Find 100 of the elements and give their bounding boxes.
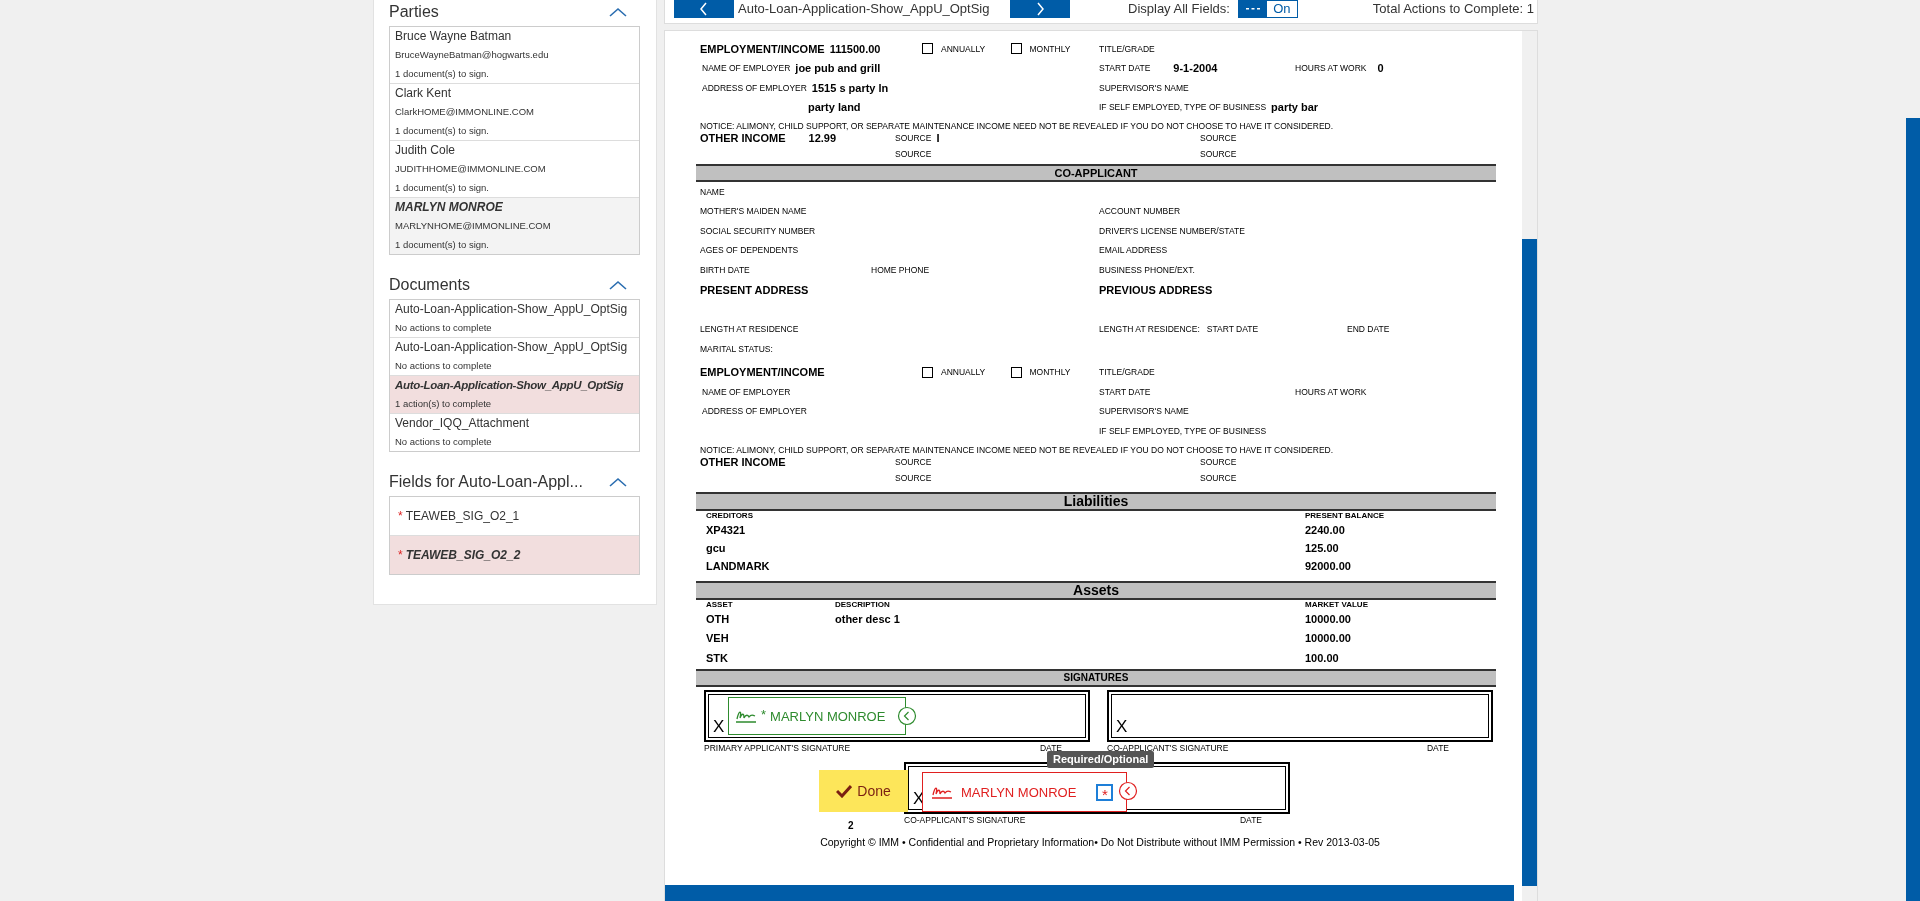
party-name: Bruce Wayne Batman: [395, 28, 513, 45]
column-header: CREDITORS: [706, 510, 753, 520]
table-cell: gcu: [706, 541, 726, 554]
form-label: MOTHER'S MAIDEN NAME: [700, 206, 807, 217]
chevron-right-icon: [1035, 2, 1045, 16]
form-label: DATE: [1426, 743, 1449, 753]
field-value: I: [936, 132, 940, 144]
notice-text: NOTICE: ALIMONY, CHILD SUPPORT, OR SEPARATE MAINTENANCE INCOME NEED NOT BE REVEALED IF YOU DO NOT CHOOSE TO HAVE IT CONSIDERED.: [700, 121, 1334, 131]
table-cell: OTH: [706, 612, 730, 625]
section-bar: Assets: [696, 580, 1496, 600]
checkbox[interactable]: [922, 43, 933, 55]
checkbox[interactable]: [1010, 43, 1022, 55]
scrollbar-thumb[interactable]: [665, 885, 1514, 901]
next-button[interactable]: [1010, 0, 1070, 18]
party-item[interactable]: Clark Kent ClarkHOME@IMMONLINE.COM 1 document(s) to sign.: [390, 84, 639, 141]
table-cell: other desc 1: [835, 612, 900, 625]
field-value: 111500.00: [829, 42, 881, 55]
form-label: SUPERVISOR'S NAME: [1099, 82, 1189, 93]
party-email: BruceWayneBatman@hogwarts.edu: [395, 48, 550, 62]
signer-name: MARLYN MONROE: [770, 708, 886, 724]
document-item[interactable]: Auto-Loan-Application-Show_AppU_OptSig No actions to complete: [390, 300, 639, 338]
section-heading: PRESENT ADDRESS: [700, 284, 809, 296]
form-label: HOURS AT WORK: [1295, 386, 1367, 397]
section-bar: SIGNATURES: [696, 669, 1496, 687]
form-label: ADDRESS OF EMPLOYER: [702, 82, 807, 93]
required-mark: *: [398, 509, 403, 523]
required-mark: *: [398, 548, 403, 562]
table-cell: 2240.00: [1305, 523, 1345, 536]
signature-x: X: [1116, 717, 1128, 737]
form-label: SOURCE: [895, 133, 932, 143]
chevron-up-icon[interactable]: [608, 6, 628, 18]
form-label: SOURCE: [895, 149, 932, 159]
chevron-left-icon[interactable]: [1118, 781, 1138, 801]
chevron-up-icon[interactable]: [608, 476, 628, 488]
form-label: LENGTH AT RESIDENCE: [700, 324, 799, 335]
form-label: START DATE: [1099, 63, 1151, 74]
form-label: HOME PHONE: [871, 264, 930, 275]
table-cell: 10000.00: [1305, 632, 1351, 644]
document-name: Vendor_IQQ_Attachment: [395, 415, 531, 432]
actions-count: Total Actions to Complete: 1: [1372, 0, 1535, 17]
table-cell: VEH: [706, 632, 729, 644]
document-status: No actions to complete: [395, 435, 493, 449]
required-mark: *: [761, 707, 767, 722]
document-item[interactable]: Auto-Loan-Application-Show_AppU_OptSig 1 action(s) to complete: [390, 376, 639, 414]
check-icon: [836, 784, 853, 798]
section-heading: OTHER INCOME: [700, 132, 786, 144]
field-value: party land: [808, 101, 861, 114]
column-header: DESCRIPTION: [835, 599, 890, 609]
form-label: END DATE: [1347, 324, 1390, 335]
form-label: BIRTH DATE: [700, 264, 750, 275]
required-toggle[interactable]: *: [1096, 783, 1114, 801]
document-status: No actions to complete: [395, 321, 493, 335]
scrollbar-thumb[interactable]: [1522, 239, 1537, 886]
form-label: LENGTH AT RESIDENCE:: [1099, 324, 1200, 335]
notice-text: NOTICE: ALIMONY, CHILD SUPPORT, OR SEPARATE MAINTENANCE INCOME NEED NOT BE REVEALED IF YOU DO NOT CHOOSE TO HAVE IT CONSIDERED.: [700, 444, 1334, 455]
form-label: HOURS AT WORK: [1295, 63, 1367, 74]
party-name: MARLYN MONROE: [395, 199, 504, 216]
document-name: Auto-Loan-Application-Show_AppU_OptSig: [395, 339, 629, 356]
section-heading: EMPLOYMENT/INCOME: [700, 366, 825, 379]
table-cell: 100.00: [1305, 651, 1339, 664]
party-item[interactable]: MARLYN MONROE MARLYNHOME@IMMONLINE.COM 1 document(s) to sign.: [390, 198, 639, 254]
field-item[interactable]: * TEAWEB_SIG_O2_2: [390, 536, 639, 574]
form-label: SOURCE: [895, 456, 932, 467]
step-number: 2: [848, 820, 854, 831]
form-label: TITLE/GRADE: [1099, 43, 1155, 54]
checkbox[interactable]: [922, 366, 933, 378]
checkbox[interactable]: [1010, 366, 1022, 378]
party-name: Clark Kent: [395, 85, 453, 102]
toggle-switch[interactable]: On: [1237, 0, 1298, 18]
chevron-up-icon[interactable]: [608, 279, 628, 291]
table-cell: 10000.00: [1305, 612, 1351, 625]
chevron-left-icon[interactable]: [897, 706, 917, 726]
form-label: START DATE: [1099, 386, 1151, 397]
form-label: SOURCE: [1200, 472, 1237, 483]
field-value: joe pub and grill: [795, 62, 881, 75]
field-name: TEAWEB_SIG_O2_2: [405, 546, 521, 564]
field-value: 9-1-2004: [1173, 62, 1218, 75]
section-title: Documents: [389, 276, 470, 294]
copyright-text: Copyright © IMM • Confidential and Proprietary Information• Do Not Distribute without IMM Permission • Rev 2013-03-05: [820, 836, 1380, 848]
form-label: TITLE/GRADE: [1099, 367, 1155, 378]
party-item[interactable]: Bruce Wayne Batman BruceWayneBatman@hogwarts.edu 1 document(s) to sign.: [390, 27, 639, 84]
form-label: DATE: [1039, 743, 1062, 753]
table-cell: 92000.00: [1305, 559, 1351, 572]
scrollbar-thumb[interactable]: [1906, 118, 1920, 901]
checkbox-label: ANNUALLY: [941, 43, 986, 54]
done-button[interactable]: Done: [819, 770, 908, 812]
form-label: NAME: [700, 186, 725, 197]
document-item[interactable]: Vendor_IQQ_Attachment No actions to complete: [390, 414, 639, 451]
section-heading: PREVIOUS ADDRESS: [1099, 284, 1213, 296]
document-status: No actions to complete: [395, 359, 493, 373]
form-label: IF SELF EMPLOYED, TYPE OF BUSINESS: [1099, 425, 1267, 436]
signature-field[interactable]: MARLYN MONROE *: [922, 772, 1127, 812]
form-label: SOURCE: [895, 472, 932, 483]
chevron-left-icon: [699, 2, 709, 16]
form-label: CO-APPLICANT'S SIGNATURE: [1107, 743, 1229, 753]
section-bar: CO-APPLICANT: [696, 164, 1496, 182]
previous-button[interactable]: [674, 0, 734, 18]
signature-field[interactable]: * MARLYN MONROE: [728, 697, 906, 735]
table-cell: STK: [706, 651, 728, 664]
checkbox-label: MONTHLY: [1029, 367, 1071, 378]
